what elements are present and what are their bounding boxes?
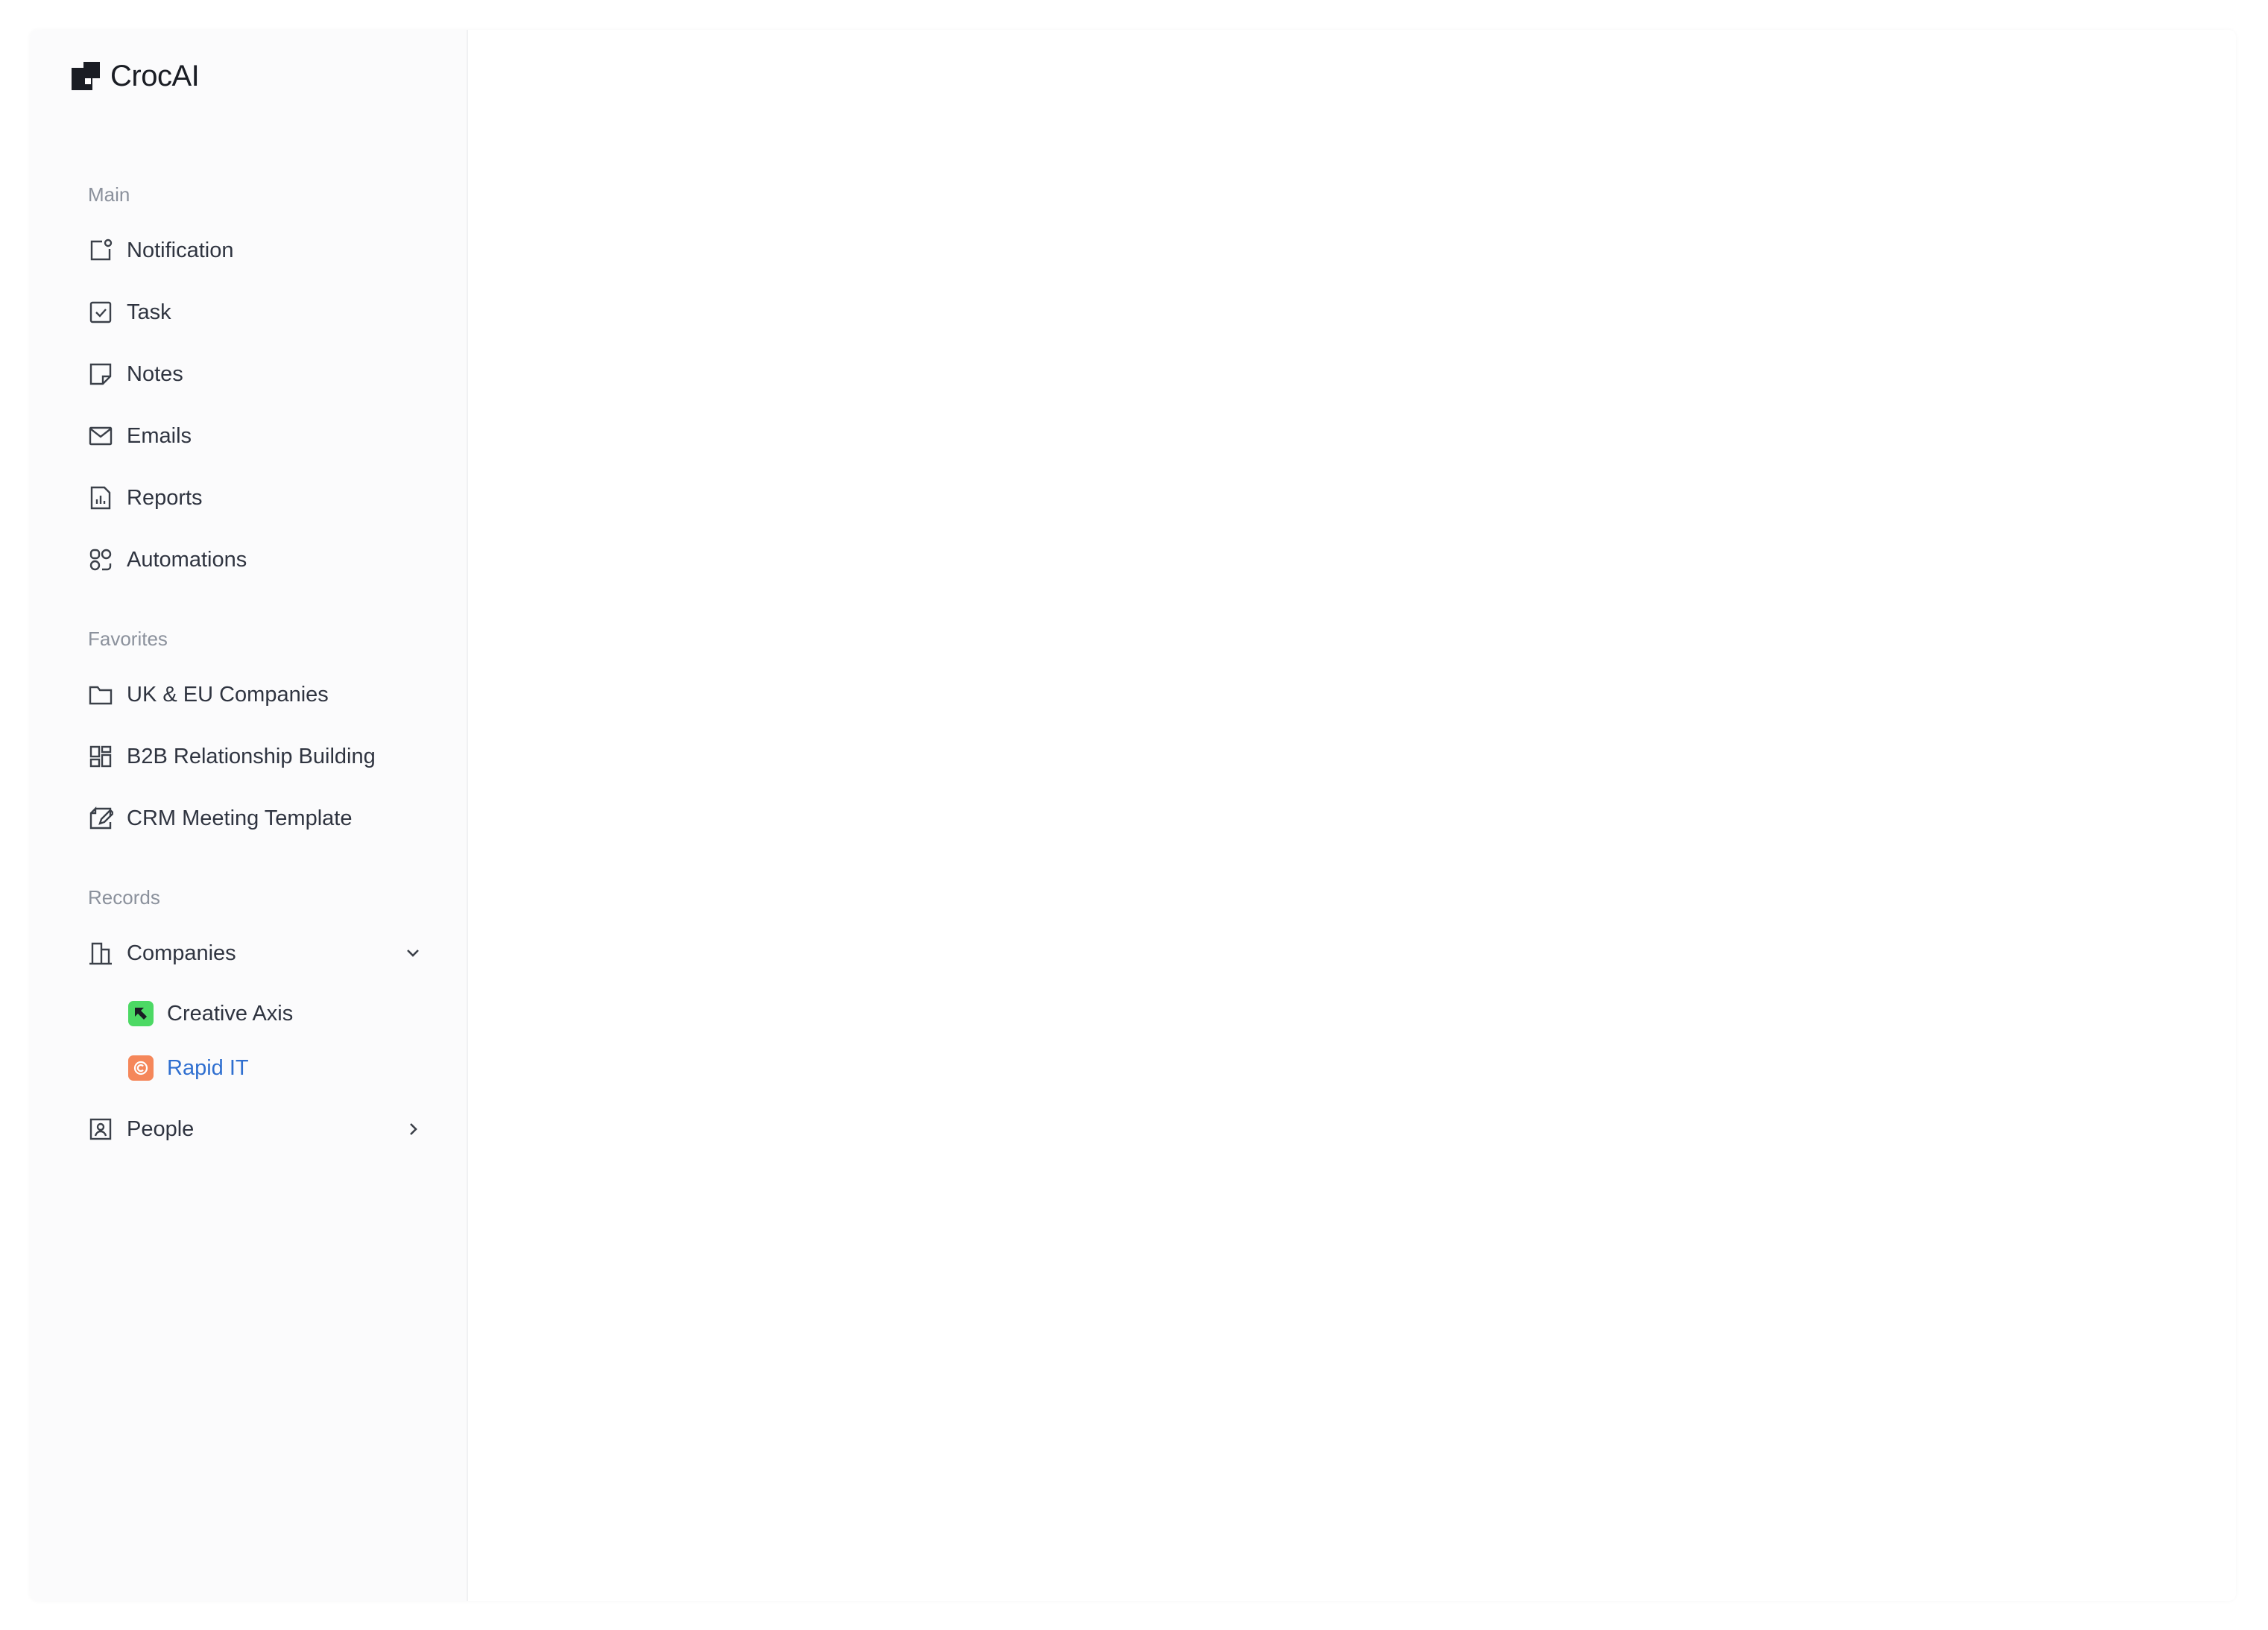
app-window: CrocAI Main Notification Task Notes Emai…	[30, 30, 2236, 1601]
chevron-down-icon[interactable]	[402, 943, 423, 964]
company-item-label: Creative Axis	[167, 1001, 294, 1026]
sidebar-item-notification[interactable]: Notification	[88, 232, 233, 269]
mail-icon	[88, 423, 113, 449]
sidebar-item-label: People	[127, 1116, 195, 1141]
sidebar-item-people[interactable]: People	[88, 1111, 194, 1148]
sidebar-item-label: Automations	[127, 547, 247, 572]
section-label-records: Records	[88, 886, 160, 909]
building-icon	[88, 941, 113, 966]
sidebar-item-label: Task	[127, 300, 171, 324]
brand-name: CrocAI	[110, 59, 200, 92]
company-item-rapid-it[interactable]: Rapid IT	[128, 1050, 249, 1086]
dashboard-grid-icon	[88, 744, 113, 769]
chevron-right-icon[interactable]	[402, 1119, 423, 1140]
folder-icon	[88, 682, 113, 707]
section-label-main: Main	[88, 183, 130, 206]
sidebar-item-label: Emails	[127, 423, 192, 448]
sidebar-item-emails[interactable]: Emails	[88, 417, 192, 455]
sidebar-item-uk-eu-companies[interactable]: UK & EU Companies	[88, 676, 329, 713]
brand[interactable]: CrocAI	[72, 58, 200, 94]
sidebar-item-label: Companies	[127, 941, 236, 965]
sidebar-item-companies[interactable]: Companies	[88, 935, 236, 972]
rapid-it-logo-icon	[128, 1055, 154, 1081]
sidebar-item-task[interactable]: Task	[88, 294, 171, 331]
sidebar: CrocAI Main Notification Task Notes Emai…	[30, 30, 468, 1601]
sidebar-item-label: UK & EU Companies	[127, 682, 329, 707]
main-content-area	[468, 30, 2236, 1601]
sidebar-item-notes[interactable]: Notes	[88, 356, 183, 393]
company-item-label: Rapid IT	[167, 1055, 249, 1080]
section-label-favorites: Favorites	[88, 628, 168, 650]
automations-icon	[88, 547, 113, 572]
contact-card-icon	[88, 1116, 113, 1142]
report-chart-icon	[88, 485, 113, 511]
sidebar-item-b2b-relationship-building[interactable]: B2B Relationship Building	[88, 738, 376, 775]
task-checkbox-icon	[88, 300, 113, 325]
notification-icon	[88, 238, 113, 263]
sidebar-item-label: Notes	[127, 361, 183, 386]
sidebar-item-label: B2B Relationship Building	[127, 744, 376, 768]
creative-axis-logo-icon	[128, 1001, 154, 1026]
template-edit-icon	[88, 806, 113, 831]
sidebar-item-label: CRM Meeting Template	[127, 806, 353, 830]
crocai-logo-icon	[72, 62, 100, 90]
sidebar-item-reports[interactable]: Reports	[88, 479, 203, 517]
sidebar-item-label: Notification	[127, 238, 234, 262]
note-icon	[88, 361, 113, 387]
sidebar-item-crm-meeting-template[interactable]: CRM Meeting Template	[88, 800, 352, 837]
company-item-creative-axis[interactable]: Creative Axis	[128, 996, 293, 1032]
sidebar-item-label: Reports	[127, 485, 203, 510]
sidebar-item-automations[interactable]: Automations	[88, 541, 247, 578]
